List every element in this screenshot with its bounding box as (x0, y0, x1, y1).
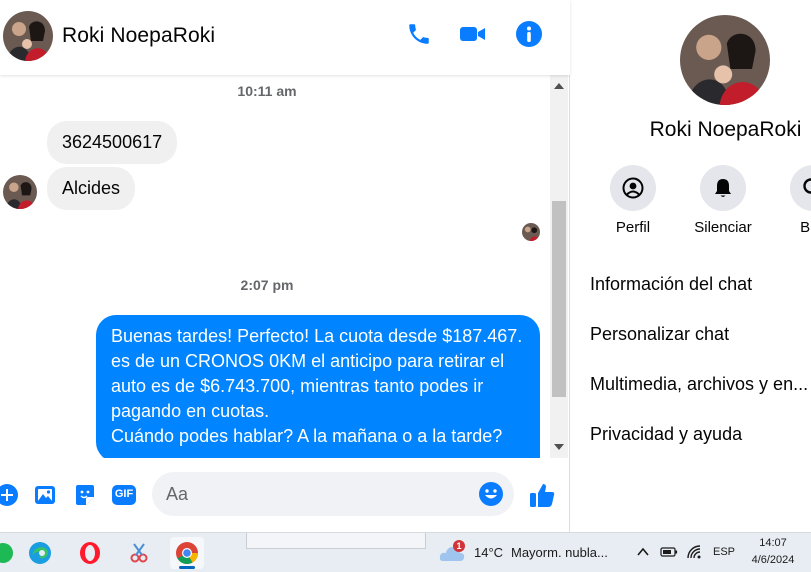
chevron-up-icon[interactable] (636, 545, 650, 563)
active-app-indicator (179, 566, 195, 569)
battery-icon[interactable] (660, 545, 678, 564)
chat-header: Roki NoepaRoki (0, 0, 570, 75)
plus-icon[interactable] (0, 482, 20, 508)
message-bubble-incoming[interactable]: Alcides (47, 167, 136, 210)
menu-chat-info[interactable]: Información del chat (590, 274, 752, 295)
snipping-tool-icon[interactable] (122, 537, 156, 569)
timestamp: 2:07 pm (240, 277, 294, 293)
menu-customize-chat[interactable]: Personalizar chat (590, 324, 729, 345)
spotify-icon[interactable] (0, 537, 20, 569)
emoji-icon[interactable] (478, 481, 504, 507)
message-bubble-outgoing[interactable]: Buenas tardes! Perfecto! La cuota desde … (96, 315, 540, 458)
scrollbar-thumb[interactable] (552, 201, 566, 397)
message-bubble-incoming[interactable]: 3624500617 (47, 121, 178, 164)
gif-label: GIF (114, 488, 134, 500)
edge-icon[interactable] (23, 537, 57, 569)
gif-icon[interactable]: GIF (111, 482, 137, 508)
opera-icon[interactable] (73, 537, 107, 569)
scroll-up-arrow-icon[interactable] (554, 83, 564, 89)
contact-avatar[interactable] (3, 11, 53, 61)
search-icon (790, 165, 811, 211)
weather-icon[interactable]: 1 (438, 540, 466, 565)
message-input-box[interactable] (152, 472, 514, 516)
wifi-icon[interactable] (686, 544, 702, 565)
clock-time[interactable]: 14:07 (744, 537, 802, 549)
input-language[interactable]: ESP (713, 546, 735, 558)
mute-action-button[interactable]: Silenciar (678, 165, 768, 236)
message-line: Buenas tardes! Perfecto! La cuota desde … (111, 326, 523, 346)
message-line: auto es de $6.743.700, mientras tanto po… (111, 376, 484, 396)
profile-action-button[interactable]: Perfil (588, 165, 678, 236)
video-call-icon[interactable] (458, 19, 488, 49)
phone-icon[interactable] (404, 19, 434, 49)
clock-date[interactable]: 4/6/2024 (744, 554, 802, 566)
action-label: Bus (800, 219, 811, 236)
message-scrollbar[interactable] (550, 75, 568, 458)
taskbar: 1 14°C Mayorm. nubla... ESP 14:07 4/6/20… (0, 532, 811, 572)
conversation-info-panel: Roki NoepaRoki Perfil Silenciar Bus Info… (570, 0, 811, 532)
weather-description[interactable]: Mayorm. nubla... (511, 545, 608, 560)
sticker-icon[interactable] (72, 482, 98, 508)
message-list[interactable]: 10:11 am 3624500617 Alcides 2:07 pm Buen… (0, 75, 550, 458)
read-receipt-avatar (522, 223, 540, 241)
chrome-icon[interactable] (170, 537, 204, 569)
message-input[interactable] (166, 482, 466, 506)
message-line: pagando en cuotas. (111, 401, 270, 421)
message-line: Cuándo podes hablar? A la mañana o a la … (111, 426, 503, 446)
scroll-down-arrow-icon[interactable] (554, 444, 564, 450)
composer: GIF (0, 458, 570, 532)
weather-alert-badge: 1 (453, 540, 465, 552)
profile-name: Roki NoepaRoki (649, 118, 802, 141)
profile-avatar[interactable] (680, 15, 770, 105)
like-icon[interactable] (527, 480, 557, 510)
menu-media-files[interactable]: Multimedia, archivos y en... (590, 374, 808, 395)
profile-icon (610, 165, 656, 211)
message-line: es de un CRONOS 0KM el anticipo para ret… (111, 351, 505, 371)
search-action-button[interactable]: Bus (768, 165, 811, 236)
timestamp: 10:11 am (237, 83, 297, 99)
action-label: Silenciar (694, 219, 752, 236)
menu-privacy-help[interactable]: Privacidad y ayuda (590, 424, 742, 445)
window-preview (246, 533, 426, 549)
action-label: Perfil (615, 219, 651, 236)
chat-title[interactable]: Roki NoepaRoki (62, 24, 215, 48)
bell-icon (700, 165, 746, 211)
sender-avatar[interactable] (3, 175, 37, 209)
info-icon[interactable] (514, 19, 544, 49)
photo-icon[interactable] (32, 482, 58, 508)
weather-temperature[interactable]: 14°C (474, 545, 503, 560)
